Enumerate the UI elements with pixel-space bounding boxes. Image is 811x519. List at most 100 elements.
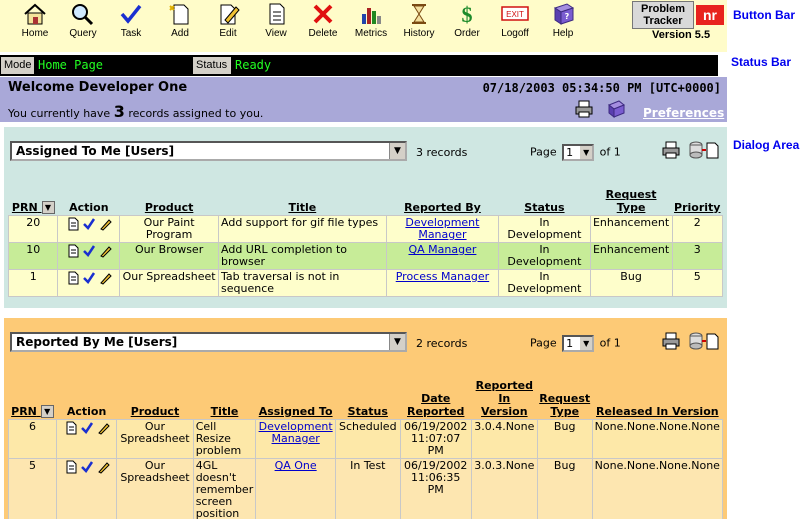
pencil-icon[interactable] bbox=[98, 217, 112, 231]
pencil-icon[interactable] bbox=[98, 244, 112, 258]
request-type-cell: Bug bbox=[536, 419, 593, 459]
printer-icon[interactable] bbox=[574, 100, 594, 118]
exit-sign-icon: EXIT bbox=[501, 2, 529, 26]
priority-cell: 2 bbox=[671, 215, 724, 243]
request-type-cell: Enhancement bbox=[589, 215, 673, 243]
history-button[interactable]: History bbox=[397, 2, 441, 42]
record-summary: You currently have 3 records assigned to… bbox=[8, 102, 264, 121]
reported-by-link[interactable]: QA Manager bbox=[408, 243, 476, 256]
query-button[interactable]: Query bbox=[61, 2, 105, 42]
column-header-status[interactable]: Status bbox=[336, 378, 401, 420]
status-cell: In Test bbox=[335, 458, 401, 519]
column-header-assigned-to[interactable]: Assigned To bbox=[256, 378, 336, 420]
svg-text:?: ? bbox=[565, 12, 570, 21]
checkmark-icon[interactable] bbox=[82, 217, 96, 231]
title-cell: 4GL doesn't remember screen position bbox=[192, 458, 257, 519]
new-document-icon bbox=[166, 2, 194, 26]
checkmark-icon[interactable] bbox=[80, 460, 94, 474]
pager: Page 1 ▼ of 1 bbox=[530, 144, 621, 161]
add-button[interactable]: Add bbox=[158, 2, 202, 42]
status-label: Status bbox=[193, 57, 231, 74]
view-document-icon[interactable] bbox=[66, 271, 80, 285]
view-select[interactable]: Reported By Me [Users] ▼ bbox=[10, 332, 407, 352]
home-icon bbox=[21, 2, 49, 26]
mode-label: Mode bbox=[1, 57, 34, 74]
export-data-icon[interactable] bbox=[688, 141, 720, 159]
view-select[interactable]: Assigned To Me [Users] ▼ bbox=[10, 141, 407, 161]
view-document-icon[interactable] bbox=[64, 421, 78, 435]
column-header-reported-in-version[interactable]: Reported In Version bbox=[471, 378, 537, 420]
column-header-prn[interactable]: PRN ▼ bbox=[9, 187, 58, 216]
checkmark-icon[interactable] bbox=[82, 271, 96, 285]
column-header-product[interactable]: Product bbox=[117, 378, 193, 420]
status-cell: In Development bbox=[498, 242, 591, 270]
assigned-table: PRN ▼ Action Product Title Reported By S… bbox=[7, 187, 724, 297]
table-row: 20 Our Paint Program Add support for gif… bbox=[7, 215, 724, 243]
hourglass-icon bbox=[405, 2, 433, 26]
order-button[interactable]: $ Order bbox=[445, 2, 489, 42]
column-header-released-in-version[interactable]: Released In Version bbox=[592, 378, 722, 420]
status-cell: In Development bbox=[498, 269, 591, 297]
printer-icon[interactable] bbox=[662, 332, 680, 350]
logoff-button[interactable]: EXIT Logoff bbox=[493, 2, 537, 42]
record-count: 3 records bbox=[416, 146, 468, 159]
prn-cell: 5 bbox=[8, 458, 57, 519]
help-book-icon[interactable] bbox=[606, 100, 626, 119]
page-select[interactable]: 1 ▼ bbox=[562, 335, 595, 352]
pencil-icon[interactable] bbox=[96, 460, 110, 474]
metrics-button[interactable]: Metrics bbox=[349, 2, 393, 42]
action-cell bbox=[55, 419, 118, 459]
column-header-request-type[interactable]: Request Type bbox=[537, 378, 592, 420]
column-header-reported-by[interactable]: Reported By bbox=[386, 187, 499, 216]
reported-by-cell: QA Manager bbox=[385, 242, 500, 270]
document-icon bbox=[262, 2, 290, 26]
reported-by-link[interactable]: Development Manager bbox=[405, 216, 479, 241]
delete-button[interactable]: Delete bbox=[301, 2, 345, 42]
sort-down-icon[interactable]: ▼ bbox=[41, 201, 55, 214]
column-header-request-type[interactable]: Request Type bbox=[590, 187, 672, 216]
page-select[interactable]: 1 ▼ bbox=[562, 144, 595, 161]
svg-text:$: $ bbox=[462, 2, 473, 26]
table-row: 5 Our Spreadsheet 4GL doesn't remember s… bbox=[8, 458, 724, 519]
view-document-icon[interactable] bbox=[66, 217, 80, 231]
pencil-icon[interactable] bbox=[96, 421, 110, 435]
prn-cell: 20 bbox=[7, 215, 59, 243]
column-header-title[interactable]: Title bbox=[193, 378, 256, 420]
record-count: 2 records bbox=[416, 337, 468, 350]
pager: Page 1 ▼ of 1 bbox=[530, 335, 621, 352]
status-cell: Scheduled bbox=[335, 419, 401, 459]
sort-down-icon[interactable]: ▼ bbox=[40, 405, 54, 418]
help-button[interactable]: ? Help bbox=[541, 2, 585, 42]
view-document-icon[interactable] bbox=[64, 460, 78, 474]
title-cell: Add support for gif file types bbox=[218, 215, 387, 243]
priority-cell: 3 bbox=[671, 242, 724, 270]
printer-icon[interactable] bbox=[662, 141, 680, 159]
column-header-product[interactable]: Product bbox=[120, 187, 219, 216]
assigned-to-link[interactable]: QA One bbox=[275, 459, 317, 472]
column-header-date-reported[interactable]: Date Reported bbox=[400, 378, 471, 420]
export-data-icon[interactable] bbox=[688, 332, 720, 350]
assigned-to-cell: Development Manager bbox=[255, 419, 337, 459]
pencil-icon[interactable] bbox=[98, 271, 112, 285]
view-button[interactable]: View bbox=[254, 2, 298, 42]
task-button[interactable]: Task bbox=[109, 2, 153, 42]
assigned-to-link[interactable]: Development Manager bbox=[259, 420, 333, 445]
checkmark-icon[interactable] bbox=[82, 244, 96, 258]
table-row: 6 Our Spreadsheet Cell Resize problem De… bbox=[8, 419, 724, 459]
edit-button[interactable]: Edit bbox=[206, 2, 250, 42]
preferences-link[interactable]: Preferences bbox=[643, 106, 724, 120]
reported-by-cell: Process Manager bbox=[385, 269, 500, 297]
view-document-icon[interactable] bbox=[66, 244, 80, 258]
column-header-priority[interactable]: Priority bbox=[672, 187, 722, 216]
column-header-title[interactable]: Title bbox=[219, 187, 387, 216]
reported-by-link[interactable]: Process Manager bbox=[396, 270, 489, 283]
checkmark-icon[interactable] bbox=[80, 421, 94, 435]
reported-table: PRN ▼ Action Product Title Assigned To S… bbox=[8, 378, 724, 519]
dialog-area-label: Dialog Area bbox=[733, 138, 800, 152]
home-button[interactable]: Home bbox=[13, 2, 57, 42]
column-header-prn[interactable]: PRN ▼ bbox=[9, 378, 57, 420]
column-header-status[interactable]: Status bbox=[499, 187, 590, 216]
action-cell bbox=[57, 242, 121, 270]
product-cell: Our Spreadsheet bbox=[119, 269, 219, 297]
help-book-icon: ? bbox=[549, 2, 577, 26]
